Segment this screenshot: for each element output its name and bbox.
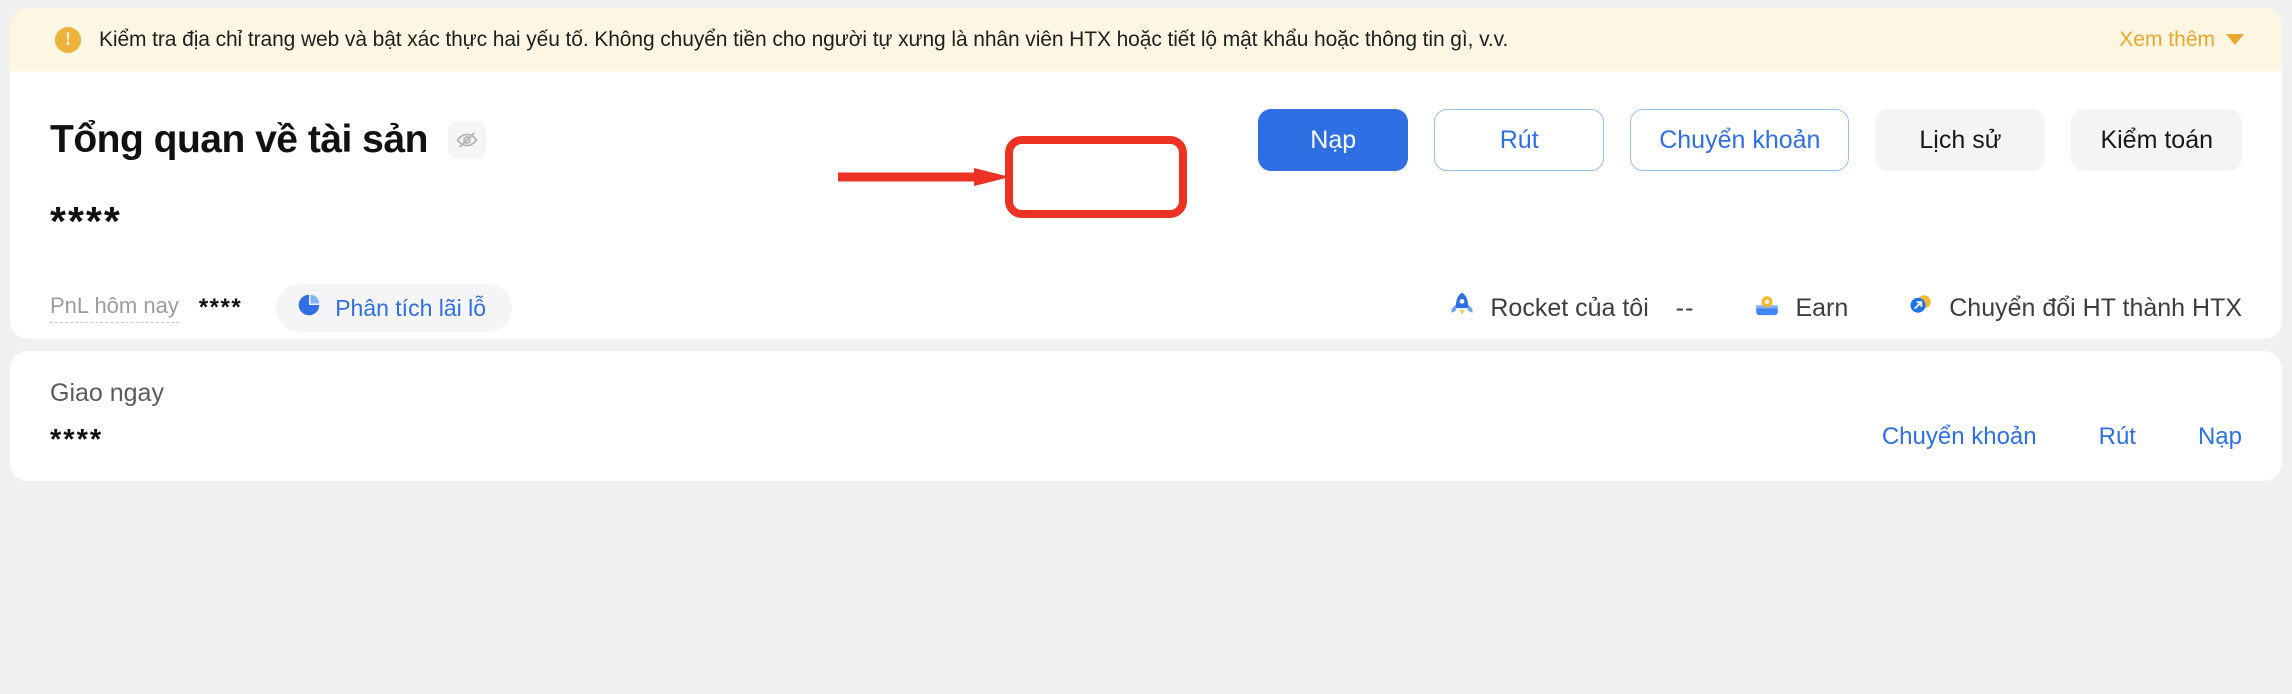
spot-account-card: Giao ngay **** Chuyển khoản Rút Nạp — [10, 351, 2282, 481]
asset-overview-page: ! Kiểm tra địa chỉ trang web và bật xác … — [0, 0, 2292, 694]
eye-off-icon[interactable] — [447, 121, 486, 159]
earn-icon — [1752, 290, 1782, 327]
overview-quick-links: Rocket của tôi -- Earn Chuyển đổi HT thà… — [1389, 290, 2242, 327]
pnl-today-value: **** — [198, 294, 243, 321]
page-title: Tổng quan về tài sản — [50, 118, 428, 161]
withdraw-button[interactable]: Rút — [1434, 109, 1605, 171]
spot-info: Giao ngay **** — [50, 379, 164, 457]
warning-exclamation-icon: ! — [55, 26, 81, 53]
rocket-icon — [1447, 290, 1477, 327]
spot-action-links: Chuyển khoản Rút Nạp — [1882, 423, 2242, 481]
my-rocket-value: -- — [1675, 293, 1695, 322]
spot-balance-value: **** — [50, 424, 104, 456]
banner-text: Kiểm tra địa chỉ trang web và bật xác th… — [99, 27, 1509, 51]
security-warning-banner: ! Kiểm tra địa chỉ trang web và bật xác … — [10, 8, 2282, 71]
convert-ht-link[interactable]: Chuyển đổi HT thành HTX — [1906, 290, 2242, 327]
overview-header-row: Tổng quan về tài sản Nạp Rút Chuyển khoả… — [50, 71, 2242, 195]
audit-button[interactable]: Kiểm toán — [2071, 109, 2242, 171]
spot-transfer-link[interactable]: Chuyển khoản — [1882, 423, 2037, 451]
spot-withdraw-link[interactable]: Rút — [2099, 423, 2136, 451]
overview-meta-row: PnL hôm nay **** Phân tích lãi lỗ Rocket… — [50, 284, 2242, 332]
spot-title: Giao ngay — [50, 379, 164, 407]
my-rocket-label: Rocket của tôi — [1490, 293, 1649, 322]
asset-overview-card: Tổng quan về tài sản Nạp Rút Chuyển khoả… — [10, 71, 2282, 339]
pnl-today-label[interactable]: PnL hôm nay — [50, 293, 179, 323]
history-button[interactable]: Lịch sử — [1875, 109, 2046, 171]
total-balance-value: **** — [50, 198, 122, 244]
banner-see-more-label: Xem thêm — [2119, 27, 2215, 51]
spot-deposit-link[interactable]: Nạp — [2198, 423, 2242, 451]
earn-label: Earn — [1795, 293, 1849, 322]
deposit-button[interactable]: Nạp — [1258, 109, 1409, 171]
my-rocket-link[interactable]: Rocket của tôi -- — [1447, 290, 1694, 327]
chevron-down-icon — [2226, 34, 2244, 45]
profit-loss-analysis-button[interactable]: Phân tích lãi lỗ — [276, 284, 513, 332]
banner-see-more-button[interactable]: Xem thêm — [2119, 28, 2252, 52]
convert-ht-label: Chuyển đổi HT thành HTX — [1949, 293, 2242, 322]
overview-action-buttons: Nạp Rút Chuyển khoản Lịch sử Kiểm toán — [1258, 109, 2242, 171]
pie-chart-icon — [296, 292, 322, 324]
spot-card-inner: Giao ngay **** Chuyển khoản Rút Nạp — [50, 351, 2242, 481]
profit-loss-analysis-label: Phân tích lãi lỗ — [335, 294, 487, 321]
earn-link[interactable]: Earn — [1752, 290, 1848, 327]
transfer-button[interactable]: Chuyển khoản — [1630, 109, 1850, 171]
convert-arrow-icon — [1906, 290, 1936, 327]
